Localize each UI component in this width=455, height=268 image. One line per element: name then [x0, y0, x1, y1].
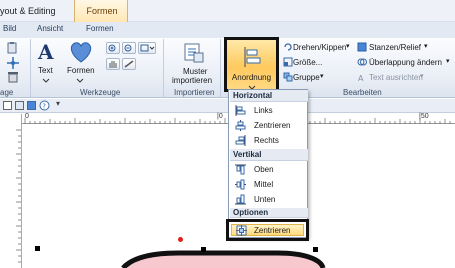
- stamp-relief-icon: [357, 42, 367, 52]
- group-separator: [220, 39, 221, 97]
- rotate-flip-icon: [283, 42, 293, 52]
- align-text-button[interactable]: Text ausrichten: [369, 73, 423, 82]
- zoom-out-icon[interactable]: [122, 42, 136, 54]
- selection-handle[interactable]: [313, 247, 318, 252]
- shapes-dropdown-icon[interactable]: [70, 77, 90, 85]
- arrange-dropdown-menu: Horizontal Links Zentrieren Rechts Verti…: [228, 89, 308, 238]
- align-text-icon: A: [357, 72, 367, 83]
- menu-item-label: Links: [254, 106, 273, 115]
- align-top-icon: [235, 164, 246, 175]
- measure-icon[interactable]: [122, 58, 136, 70]
- rotate-dropdown-icon[interactable]: ▾: [346, 42, 350, 50]
- group-separator: [30, 39, 31, 97]
- size-icon: [283, 57, 293, 67]
- change-overlap-button[interactable]: Überlappung ändern: [369, 58, 442, 67]
- align-middle-icon: [235, 179, 246, 190]
- arrange-icon: [242, 46, 262, 68]
- title-bar: yout & Editing Formen: [0, 0, 455, 22]
- toolbar-dropdown-icon[interactable]: ▾: [56, 99, 60, 108]
- tab-bild[interactable]: Bild: [3, 24, 16, 33]
- center-option-highlight: Zentrieren: [226, 219, 309, 241]
- tab-formen[interactable]: Formen: [86, 24, 114, 33]
- selection-handle[interactable]: [35, 246, 40, 251]
- align-bottom-icon: [235, 194, 246, 205]
- shapes-tool-button[interactable]: Formen: [67, 66, 95, 75]
- ruler-label-0: 0: [25, 113, 29, 120]
- import-pattern-label-2[interactable]: importieren: [172, 76, 212, 85]
- menu-header-vertikal: Vertikal: [230, 149, 308, 161]
- menu-item-label: Rechts: [254, 136, 279, 145]
- center-option-label: Zentrieren: [254, 226, 291, 235]
- view-color-icon[interactable]: [27, 101, 36, 110]
- menu-item-label: Mittel: [254, 180, 274, 189]
- vertical-ruler: [0, 114, 22, 268]
- text-tool-icon[interactable]: A: [36, 40, 58, 64]
- align-right-icon: [235, 135, 246, 146]
- rotation-handle[interactable]: [178, 237, 183, 242]
- pan-hand-icon[interactable]: [106, 58, 120, 70]
- menu-item-label: Unten: [254, 195, 276, 204]
- menu-header-horizontal: Horizontal: [230, 90, 308, 102]
- view-grid-icon[interactable]: [3, 101, 12, 110]
- menu-item-label: Oben: [254, 165, 274, 174]
- svg-text:A: A: [37, 40, 54, 64]
- menu-header-optionen: Optionen: [230, 208, 308, 218]
- svg-text:?: ?: [42, 103, 46, 111]
- menu-item-align-center-h[interactable]: Zentrieren: [230, 118, 308, 133]
- rotate-flip-button[interactable]: Drehen/Kippen: [293, 43, 346, 52]
- menu-item-align-top[interactable]: Oben: [230, 162, 308, 177]
- menu-item-align-left[interactable]: Links: [230, 103, 308, 118]
- shape-outline[interactable]: [121, 250, 326, 268]
- overlap-icon: [357, 57, 367, 67]
- ruler-label-2: |50: [419, 113, 429, 120]
- zoom-select-icon[interactable]: [138, 42, 156, 54]
- import-pattern-icon[interactable]: [182, 42, 206, 64]
- svg-text:A: A: [358, 74, 364, 82]
- align-text-dropdown-icon[interactable]: ▾: [420, 72, 424, 80]
- stamp-dropdown-icon[interactable]: ▾: [424, 42, 428, 50]
- arrange-button[interactable]: Anordnung: [224, 37, 279, 92]
- zoom-in-icon[interactable]: [106, 42, 120, 54]
- transform-icon[interactable]: [6, 57, 20, 69]
- view-layout-icon[interactable]: [15, 101, 24, 110]
- center-option-icon: [236, 225, 247, 236]
- group-label-bearbeiten: Bearbeiten: [343, 88, 382, 97]
- group-icon: [283, 72, 293, 82]
- help-icon[interactable]: ?: [39, 100, 50, 111]
- menu-item-align-middle[interactable]: Mittel: [230, 177, 308, 192]
- group-button[interactable]: Gruppe: [293, 73, 320, 82]
- ribbon-tab-row: Bild Ansicht Formen: [0, 22, 455, 38]
- align-left-icon: [235, 105, 246, 116]
- overlap-dropdown-icon[interactable]: ▾: [446, 57, 450, 65]
- window-title: yout & Editing: [0, 6, 56, 16]
- delete-icon[interactable]: [6, 71, 20, 83]
- menu-item-align-right[interactable]: Rechts: [230, 133, 308, 148]
- text-tool-button[interactable]: Text: [38, 66, 53, 75]
- arrange-button-label: Anordnung: [231, 73, 272, 82]
- tab-ansicht[interactable]: Ansicht: [37, 24, 63, 33]
- paste-icon[interactable]: [6, 42, 20, 54]
- size-button[interactable]: Größe...: [293, 58, 322, 67]
- import-pattern-label[interactable]: Muster: [183, 67, 207, 76]
- group-label-partial: age: [0, 88, 14, 97]
- align-center-h-icon: [235, 120, 246, 131]
- selection-handle[interactable]: [201, 247, 206, 252]
- context-tab-label: Formen: [86, 6, 118, 16]
- stamp-relief-button[interactable]: Stanzen/Relief: [369, 43, 421, 52]
- group-label-werkzeuge: Werkzeuge: [80, 88, 121, 97]
- group-dropdown-icon[interactable]: ▾: [320, 72, 324, 80]
- menu-item-center-option[interactable]: Zentrieren: [231, 224, 304, 236]
- text-tool-dropdown-icon[interactable]: [36, 77, 56, 85]
- menu-item-label: Zentrieren: [254, 121, 291, 130]
- ruler-label-1: |0: [217, 113, 223, 120]
- group-separator: [163, 39, 164, 97]
- context-tab-formen[interactable]: Formen: [74, 0, 128, 22]
- menu-item-align-bottom[interactable]: Unten: [230, 192, 308, 207]
- group-label-importieren: Importieren: [174, 88, 215, 97]
- shapes-tool-icon[interactable]: [68, 40, 94, 64]
